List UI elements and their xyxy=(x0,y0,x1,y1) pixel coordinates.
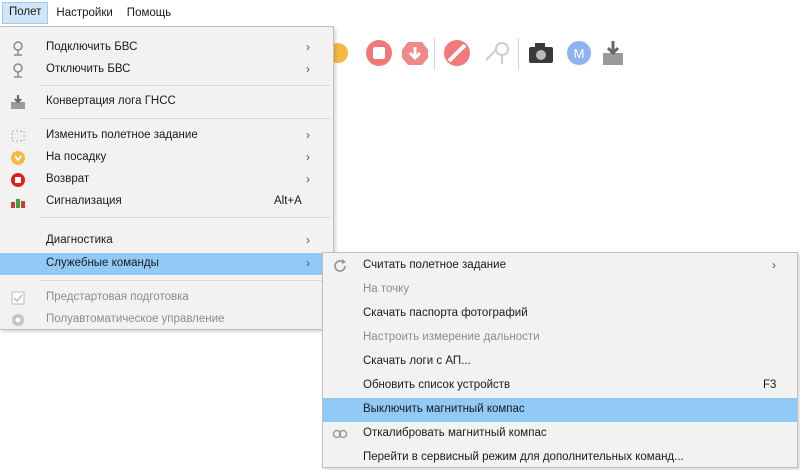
toolbar-separator xyxy=(518,38,519,70)
red-arrow-down-icon[interactable] xyxy=(400,38,430,68)
submenu-item-service-mode[interactable]: Перейти в сервисный режим для дополнител… xyxy=(323,446,797,470)
return-icon xyxy=(10,172,26,188)
stop-icon[interactable] xyxy=(364,38,394,68)
menu-item-convert-gnss[interactable]: Конвертация лога ГНСС xyxy=(0,91,332,113)
menu-item-edit-mission[interactable]: Изменить полетное задание › xyxy=(0,125,332,147)
submenu-item-range-measurement[interactable]: Настроить измерение дальности xyxy=(323,326,797,350)
menu-polet[interactable]: Полет xyxy=(2,2,49,24)
uav-disconnect-icon xyxy=(10,62,26,78)
compass-calibrate-icon xyxy=(332,426,348,442)
camera-icon[interactable] xyxy=(526,38,556,68)
menu-item-service-commands[interactable]: Служебные команды › xyxy=(0,253,332,275)
refresh-icon xyxy=(332,258,348,274)
landing-icon xyxy=(10,150,26,166)
menu-item-connect[interactable]: Подключить БВС › xyxy=(0,37,332,59)
chevron-right-icon: › xyxy=(306,62,310,76)
submenu-item-download-photo-passports[interactable]: Скачать паспорта фотографий xyxy=(323,302,797,326)
menu-item-preflight[interactable]: Предстартовая подготовка xyxy=(0,287,332,309)
chevron-right-icon: › xyxy=(306,233,310,247)
uav-connect-icon xyxy=(10,40,26,56)
menu-separator xyxy=(40,217,330,218)
menu-item-diagnostics[interactable]: Диагностика › xyxy=(0,230,332,252)
chevron-right-icon: › xyxy=(306,40,310,54)
menu-separator xyxy=(40,85,330,86)
chevron-right-icon: › xyxy=(306,150,310,164)
svg-text:M: M xyxy=(574,46,585,61)
submenu-item-refresh-devices[interactable]: Обновить список устройств F3 xyxy=(323,374,797,398)
service-commands-submenu: Считать полетное задание › На точку Скач… xyxy=(322,252,798,468)
shortcut-alt-a: Alt+A xyxy=(274,195,302,207)
download-box-icon xyxy=(10,94,26,110)
shortcut-f3: F3 xyxy=(763,379,777,391)
chevron-right-icon: › xyxy=(306,256,310,270)
semi-auto-icon xyxy=(10,312,26,328)
toolbar: M xyxy=(328,30,800,78)
menu-separator xyxy=(40,118,330,119)
chevron-right-icon: › xyxy=(306,172,310,186)
download-box-icon[interactable] xyxy=(598,38,628,68)
submenu-item-download-logs[interactable]: Скачать логи с АП... xyxy=(323,350,797,374)
menu-item-return[interactable]: Возврат › xyxy=(0,169,332,191)
chevron-right-icon: › xyxy=(772,258,776,272)
menu-settings[interactable]: Настройки xyxy=(50,3,118,23)
waypoint-pin-icon[interactable] xyxy=(482,38,512,68)
submenu-item-calibrate-compass[interactable]: Откалибровать магнитный компас xyxy=(323,422,797,446)
m-badge-icon[interactable]: M xyxy=(564,38,594,68)
no-fly-icon[interactable] xyxy=(442,38,472,68)
menu-item-signaling[interactable]: Сигнализация Alt+A xyxy=(0,191,332,213)
submenu-item-disable-compass[interactable]: Выключить магнитный компас xyxy=(323,398,797,422)
menu-item-semi-auto[interactable]: Полуавтоматическое управление xyxy=(0,309,332,331)
menu-help[interactable]: Помощь xyxy=(121,3,177,23)
menubar: Полет Настройки Помощь xyxy=(0,0,800,26)
menu-item-landing[interactable]: На посадку › xyxy=(0,147,332,169)
menu-item-disconnect[interactable]: Отключить БВС › xyxy=(0,59,332,81)
chevron-right-icon: › xyxy=(306,128,310,142)
menu-separator xyxy=(40,280,330,281)
submenu-item-to-point[interactable]: На точку xyxy=(323,278,797,302)
toolbar-separator xyxy=(434,38,435,70)
signal-bars-icon xyxy=(10,194,26,210)
polet-dropdown: Подключить БВС › Отключить БВС › Конверт… xyxy=(0,26,334,330)
checkbox-icon xyxy=(10,290,26,306)
edit-mission-icon xyxy=(10,128,26,144)
submenu-item-read-mission[interactable]: Считать полетное задание › xyxy=(323,254,797,278)
